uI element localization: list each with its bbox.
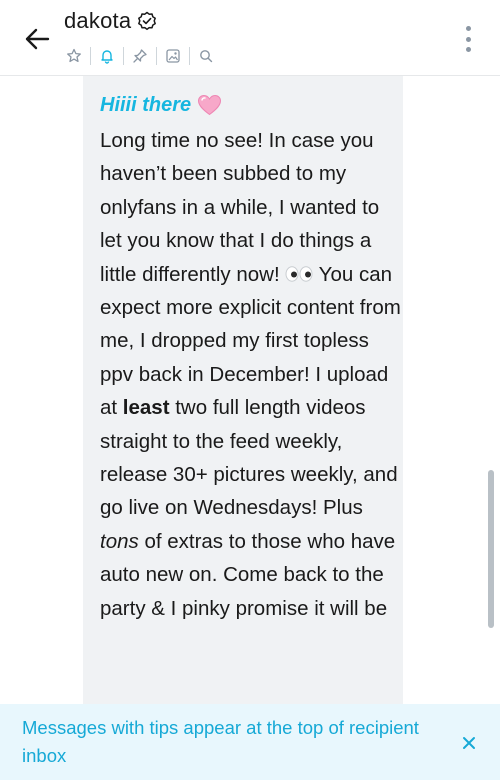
- greeting-text: Hiiii there: [100, 94, 192, 116]
- eyes-emoji-icon: [285, 265, 313, 282]
- message-list[interactable]: Hiiii there Long time no see! In case yo…: [0, 76, 500, 704]
- divider: [156, 47, 157, 65]
- divider: [189, 47, 190, 65]
- divider: [123, 47, 124, 65]
- chat-title[interactable]: dakota: [64, 8, 131, 34]
- message-italic-text: tons: [100, 529, 139, 553]
- verified-badge-icon: [137, 11, 157, 31]
- tips-info-banner: Messages with tips appear at the top of …: [0, 704, 500, 780]
- search-icon[interactable]: [194, 44, 218, 68]
- message-text: Long time no see! In case you haven’t be…: [100, 124, 403, 625]
- scrollbar-thumb[interactable]: [488, 470, 494, 628]
- more-options-icon[interactable]: [456, 24, 480, 54]
- divider: [90, 47, 91, 65]
- pink-heart-icon: [198, 94, 222, 116]
- message-bubble: Hiiii there Long time no see! In case yo…: [83, 76, 403, 704]
- message-bold-text: least: [122, 396, 170, 420]
- chat-header: dakota: [0, 0, 500, 76]
- close-icon[interactable]: [458, 732, 480, 754]
- chat-title-row: dakota: [64, 6, 157, 36]
- back-arrow-icon[interactable]: [20, 22, 54, 56]
- bell-icon[interactable]: [95, 44, 119, 68]
- star-icon[interactable]: [62, 44, 86, 68]
- banner-text: Messages with tips appear at the top of …: [22, 717, 419, 766]
- message-greeting: Hiiii there: [100, 92, 403, 118]
- media-icon[interactable]: [161, 44, 185, 68]
- chat-actions: [62, 42, 218, 70]
- message-text-part: of extras to those who have auto new on.…: [100, 529, 396, 620]
- pin-icon[interactable]: [128, 44, 152, 68]
